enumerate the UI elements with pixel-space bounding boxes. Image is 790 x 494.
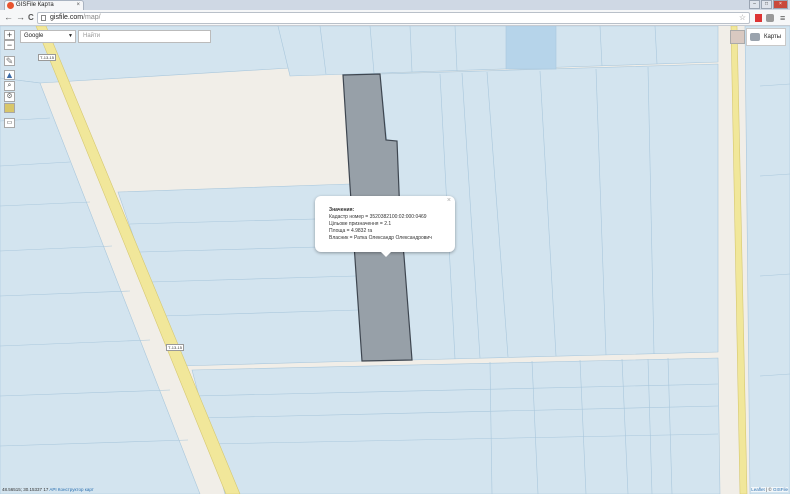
field-highlight — [505, 26, 557, 70]
parcel-info-popup: × Значения: Кадастр номер = 3520382100:0… — [315, 196, 455, 257]
maps-button[interactable]: Карты — [746, 28, 786, 46]
chevron-down-icon: ▼ — [68, 33, 73, 39]
browser-menu-icon[interactable]: ≡ — [780, 13, 785, 23]
layers-stack-icon — [750, 33, 760, 41]
reload-button[interactable]: C — [28, 12, 34, 23]
maps-button-label: Карты — [764, 34, 782, 40]
ruler-icon[interactable]: ✎ — [4, 56, 15, 66]
coordinates-readout: 48.56515; 30.15337 — [2, 487, 43, 492]
attribution: Leaflet | © GISFile — [751, 487, 788, 492]
browser-toolbar: ← → C gisfile.com/map/ ☆ ≡ — [0, 10, 790, 26]
popup-cadastral-number: Кадастр номер = 3520382100:02:000:0469 — [329, 214, 427, 220]
extension-red-icon[interactable] — [755, 14, 762, 22]
map-canvas[interactable] — [0, 26, 790, 494]
popup-area: Площа = 4.9832 га — [329, 228, 373, 234]
map-layer-icon[interactable] — [4, 103, 15, 113]
search-icon[interactable]: ⌕ — [4, 81, 15, 91]
status-bar: 48.56515; 30.15337 17 API Конструктор ка… — [2, 487, 94, 492]
basemap-value: Google — [24, 33, 44, 39]
popup-owner: Власник = Ратка Олександр Олександрович — [329, 235, 432, 241]
leaflet-link[interactable]: Leaflet — [751, 487, 765, 492]
bookmark-star-icon[interactable]: ☆ — [739, 13, 746, 23]
api-link[interactable]: API — [49, 487, 56, 492]
popup-tip — [380, 251, 392, 257]
page-icon — [41, 15, 46, 21]
basemap-select[interactable]: Google ▼ — [20, 30, 76, 43]
gear-icon[interactable]: ⚙ — [4, 92, 15, 102]
extension-grey-icon[interactable] — [766, 14, 774, 22]
browser-tab[interactable]: GISFile Карта × — [4, 0, 84, 10]
avatar[interactable] — [730, 30, 745, 44]
tab-close-icon[interactable]: × — [76, 1, 80, 10]
tab-title: GISFile Карта — [16, 2, 54, 8]
road-label-bottom: Т-13-15 — [166, 344, 185, 351]
minimize-button[interactable]: – — [749, 0, 760, 9]
attribution-separator: | © — [764, 487, 773, 492]
zoom-level: 17 — [43, 487, 49, 492]
address-bar[interactable]: gisfile.com/map/ ☆ — [37, 12, 750, 24]
back-button[interactable]: ← — [4, 12, 13, 23]
zoom-out-button[interactable]: − — [4, 40, 15, 50]
map-builder-link[interactable]: Конструктор карт — [58, 487, 94, 492]
close-window-button[interactable]: × — [773, 0, 788, 9]
url-path: /map/ — [83, 14, 101, 21]
layers-icon[interactable]: ▲ — [4, 70, 15, 80]
gisfile-favicon-icon — [7, 2, 14, 9]
gisfile-link[interactable]: GISFile — [773, 487, 788, 492]
url-host: gisfile.com — [50, 14, 84, 21]
forward-button[interactable]: → — [16, 12, 25, 23]
popup-heading: Значения: — [329, 207, 355, 213]
road-right — [730, 26, 748, 494]
browser-tab-strip: GISFile Карта × – □ × — [0, 0, 790, 10]
road-label-top: Т-13-15 — [38, 54, 57, 61]
zoom-in-button[interactable]: + — [4, 30, 15, 40]
search-input[interactable]: Найти — [78, 30, 211, 43]
field-bottom — [191, 357, 721, 494]
close-icon[interactable]: × — [447, 197, 451, 204]
popup-purpose: Цільове призначення = 2.1 — [329, 221, 392, 227]
window-controls: – □ × — [749, 0, 788, 9]
map-viewport[interactable]: Т-13-15 Т-13-15 + − ✎ ▲ ⌕ ⚙ ▭ Google ▼ Н… — [0, 26, 790, 494]
field-right — [744, 26, 790, 494]
comment-icon[interactable]: ▭ — [4, 118, 15, 128]
maximize-button[interactable]: □ — [761, 0, 772, 9]
